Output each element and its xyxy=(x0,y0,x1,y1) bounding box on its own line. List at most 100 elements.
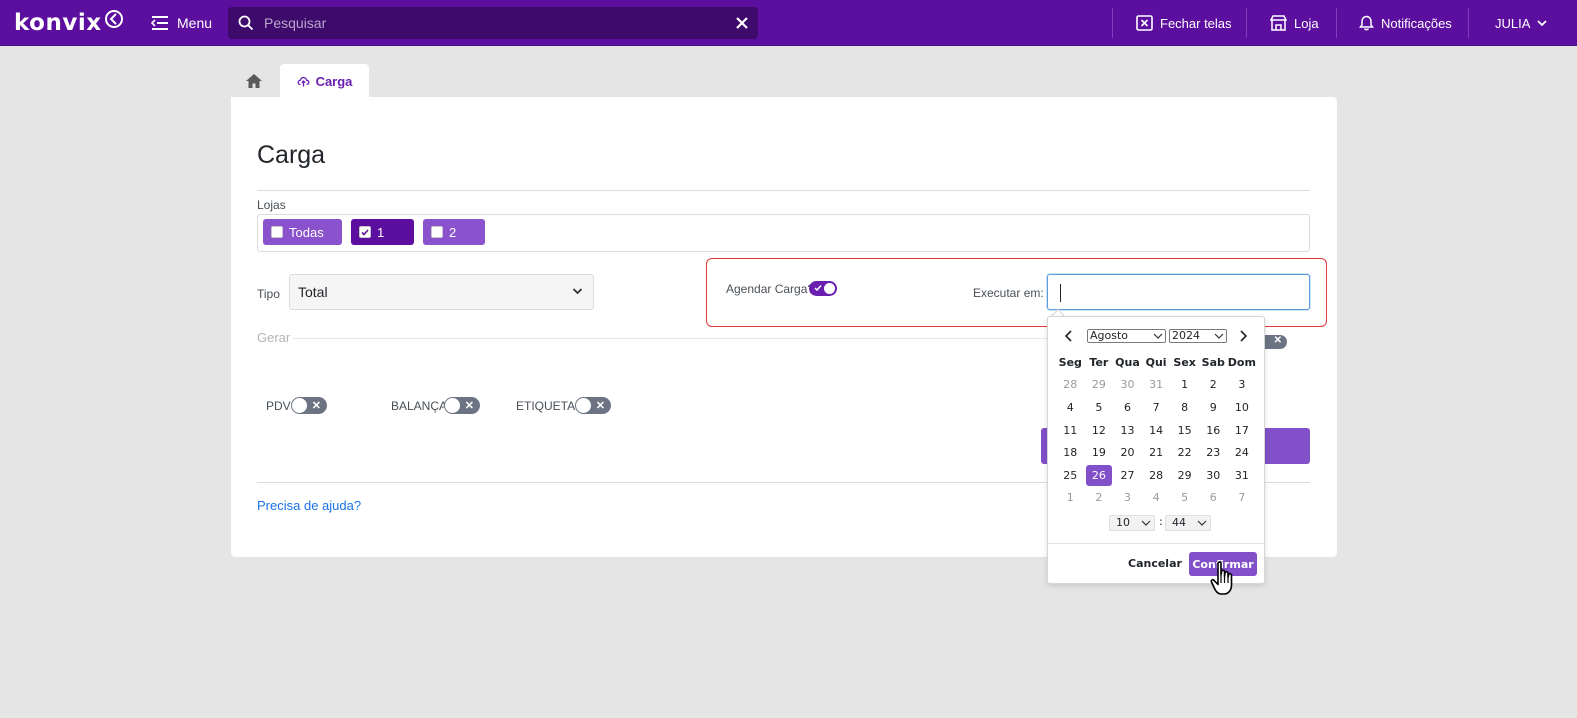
tipo-label: Tipo xyxy=(257,287,280,301)
user-name: JULIA xyxy=(1495,15,1531,31)
help-link[interactable]: Precisa de ajuda? xyxy=(257,498,361,513)
menu-button[interactable]: Menu xyxy=(151,12,212,34)
calendar-day[interactable]: 20 xyxy=(1114,442,1141,463)
minute-select[interactable]: 44 xyxy=(1165,515,1211,531)
store-chip-1[interactable]: 1 xyxy=(351,219,414,245)
tipo-select[interactable]: Total xyxy=(289,274,594,310)
calendar-day[interactable]: 13 xyxy=(1114,420,1141,441)
calendar-day[interactable]: 7 xyxy=(1143,397,1170,418)
calendar-day-selected[interactable]: 26 xyxy=(1085,464,1113,486)
hour-select[interactable]: 10 xyxy=(1109,515,1155,531)
calendar-day[interactable]: 6 xyxy=(1114,397,1141,418)
balanca-toggle[interactable]: ✕ xyxy=(444,397,480,414)
calendar-day[interactable]: 16 xyxy=(1200,420,1227,441)
calendar-day[interactable]: 24 xyxy=(1229,442,1256,463)
calendar-day[interactable]: 31 xyxy=(1143,375,1170,396)
store-chip-label: Todas xyxy=(289,224,324,240)
calendar-day[interactable]: 5 xyxy=(1171,488,1198,509)
nav-divider xyxy=(1112,8,1113,38)
weekday-header: Qua xyxy=(1115,355,1140,369)
store-chip-2[interactable]: 2 xyxy=(423,219,485,245)
month-select[interactable]: Agosto xyxy=(1087,329,1166,343)
calendar-day[interactable]: 30 xyxy=(1200,465,1227,486)
calendar-day[interactable]: 8 xyxy=(1171,397,1198,418)
calendar-day[interactable]: 21 xyxy=(1143,442,1170,463)
year-select[interactable]: 2024 xyxy=(1169,329,1227,343)
calendar-day[interactable]: 2 xyxy=(1200,375,1227,396)
calendar-day[interactable]: 23 xyxy=(1200,442,1227,463)
home-icon xyxy=(246,74,262,88)
execute-datetime-input[interactable] xyxy=(1047,274,1310,310)
calendar-day[interactable]: 29 xyxy=(1171,465,1198,486)
calendar-day[interactable]: 1 xyxy=(1057,488,1084,509)
nav-divider xyxy=(1246,8,1247,38)
cancel-button[interactable]: Cancelar xyxy=(1128,557,1182,570)
tab-carga[interactable]: Carga xyxy=(280,64,369,98)
calendar-day[interactable]: 17 xyxy=(1229,420,1256,441)
store-button[interactable]: Loja xyxy=(1270,0,1319,46)
execute-label: Executar em: xyxy=(973,286,1044,300)
next-month-icon[interactable] xyxy=(1236,329,1250,343)
calendar-day[interactable]: 31 xyxy=(1229,465,1256,486)
nav-divider xyxy=(1336,8,1337,38)
calendar-day[interactable]: 10 xyxy=(1229,397,1256,418)
calendar-day[interactable]: 30 xyxy=(1114,375,1141,396)
pdv-toggle[interactable]: ✕ xyxy=(291,397,327,414)
calendar-day[interactable]: 12 xyxy=(1086,420,1113,441)
time-separator: : xyxy=(1159,515,1163,528)
tab-home[interactable] xyxy=(231,64,277,98)
brand-name: Konvix xyxy=(14,10,102,36)
calendar-day[interactable]: 2 xyxy=(1086,488,1113,509)
calendar-day[interactable]: 5 xyxy=(1086,397,1113,418)
calendar-day[interactable]: 25 xyxy=(1057,465,1084,486)
chevron-down-icon xyxy=(1537,20,1548,27)
calendar-day[interactable]: 3 xyxy=(1229,375,1256,396)
cloud-upload-icon xyxy=(297,76,310,86)
hour-value: 10 xyxy=(1116,516,1130,529)
notifications-button[interactable]: Notificações xyxy=(1359,0,1452,46)
close-screens-button[interactable]: Fechar telas xyxy=(1136,0,1232,46)
calendar-day[interactable]: 11 xyxy=(1057,420,1084,441)
brand-logo[interactable]: Konvix xyxy=(14,10,124,36)
stores-box xyxy=(257,214,1310,252)
prev-month-icon[interactable] xyxy=(1062,329,1076,343)
tab-label: Carga xyxy=(315,73,353,89)
hand-pointer-icon xyxy=(1210,561,1233,595)
calendar-day[interactable]: 1 xyxy=(1171,375,1198,396)
calendar-day[interactable]: 15 xyxy=(1171,420,1198,441)
calendar-day[interactable]: 27 xyxy=(1114,465,1141,486)
calendar-day[interactable]: 18 xyxy=(1057,442,1084,463)
calendar-day[interactable]: 28 xyxy=(1057,375,1084,396)
weekday-header: Sab xyxy=(1201,355,1225,369)
calendar-day[interactable]: 28 xyxy=(1143,465,1170,486)
calendar-day[interactable]: 4 xyxy=(1143,488,1170,509)
calendar-day[interactable]: 6 xyxy=(1200,488,1227,509)
chevron-down-icon xyxy=(572,288,583,295)
toggle-knob xyxy=(292,398,307,413)
user-menu[interactable]: JULIA xyxy=(1495,0,1548,46)
hidden-toggle: ✕ xyxy=(1262,335,1287,349)
clear-search-icon[interactable] xyxy=(734,15,750,31)
calendar-day[interactable]: 7 xyxy=(1229,488,1256,509)
calendar-day[interactable]: 9 xyxy=(1200,397,1227,418)
calendar-day[interactable]: 22 xyxy=(1171,442,1198,463)
calendar-day[interactable]: 3 xyxy=(1114,488,1141,509)
menu-icon xyxy=(151,16,168,30)
store-chip-todas[interactable]: Todas xyxy=(263,219,342,245)
store-icon xyxy=(1270,15,1287,31)
search-input[interactable] xyxy=(264,15,724,31)
lojas-label: Lojas xyxy=(257,198,286,212)
calendar-day[interactable]: 4 xyxy=(1057,397,1084,418)
schedule-toggle[interactable] xyxy=(809,281,837,296)
toggle-knob xyxy=(824,283,835,294)
tipo-value: Total xyxy=(298,284,328,300)
check-icon xyxy=(814,285,822,292)
checkbox-checked-icon xyxy=(359,226,371,238)
calendar-day[interactable]: 19 xyxy=(1086,442,1113,463)
datepicker-popup: Agosto 2024 Seg Ter Qua Qui Sex Sab Dom 28 29 30 3… xyxy=(1047,316,1265,584)
title-divider xyxy=(257,190,1310,191)
calendar-day[interactable]: 14 xyxy=(1143,420,1170,441)
calendar-day[interactable]: 29 xyxy=(1086,375,1113,396)
etiquetas-toggle[interactable]: ✕ xyxy=(575,397,611,414)
toggle-knob xyxy=(445,398,460,413)
